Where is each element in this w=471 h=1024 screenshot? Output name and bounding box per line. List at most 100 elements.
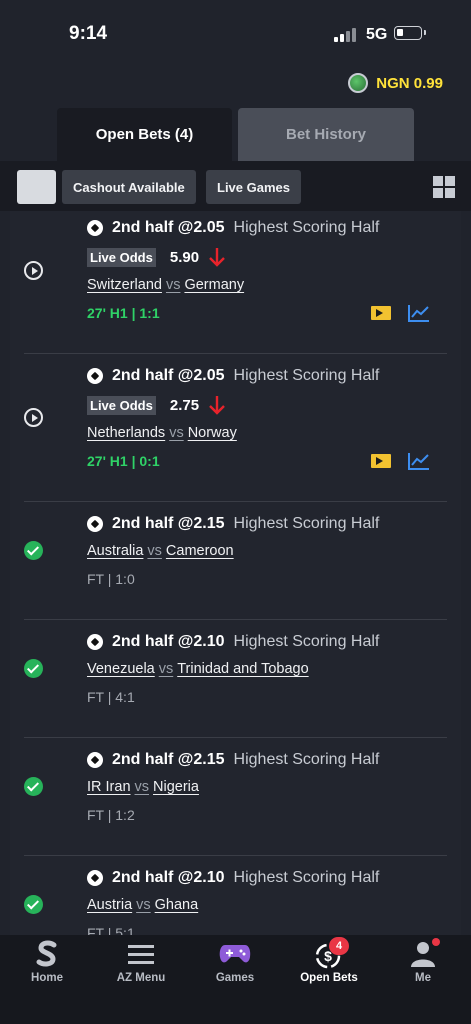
live-stream-icon[interactable] [371,454,391,468]
live-odds-badge: Live Odds [87,395,156,415]
live-stream-icon[interactable] [371,306,391,320]
vs-label: vs [169,425,184,441]
match-final-score: FT | 1:0 [87,571,135,587]
bet-pick: 2nd half @2.10 [112,869,225,886]
bet-tabs: Open Bets (4) Bet History [0,108,471,161]
status-bar: 9:14 5G [0,0,471,70]
away-team: Trinidad and Tobago [177,661,309,677]
nav-label: Home [31,972,63,984]
play-icon[interactable] [24,261,43,280]
won-check-icon [24,777,43,796]
notification-dot [432,938,440,946]
select-all-checkbox[interactable] [17,170,56,204]
away-team: Nigeria [153,779,199,795]
match-teams[interactable]: Netherlands vs Norway [87,425,237,441]
account-balance[interactable]: NGN 0.99 [348,73,443,93]
match-live-score: 27' H1 | 1:1 [87,305,160,321]
bet-market: Highest Scoring Half [233,751,380,768]
bet-card[interactable]: 2nd half @2.10 Highest Scoring Half Vene… [24,619,447,738]
match-live-score: 27' H1 | 0:1 [87,453,160,469]
match-teams[interactable]: IR Iran vs Nigeria [87,779,199,795]
vs-label: vs [165,277,181,293]
odds-down-arrow-icon [209,396,225,415]
won-check-icon [24,541,43,560]
vs-label: vs [158,661,174,677]
nav-open-bets[interactable]: $ 4 Open Bets [289,935,369,995]
vs-label: vs [134,779,150,795]
match-final-score: FT | 1:2 [87,807,135,823]
match-teams[interactable]: Austria vs Ghana [87,897,198,913]
soccer-ball-icon [87,634,103,650]
live-odds-value: 2.75 [169,396,200,414]
match-final-score: FT | 5:1 [87,925,135,935]
bet-card[interactable]: 2nd half @2.15 Highest Scoring Half IR I… [24,737,447,856]
globe-icon [348,73,369,93]
user-icon [411,942,435,967]
won-check-icon [24,895,43,914]
nav-games[interactable]: Games [195,935,275,995]
away-team: Norway [187,425,237,441]
match-teams[interactable]: Switzerland vs Germany [87,277,244,293]
vs-label: vs [147,543,162,559]
soccer-ball-icon [87,516,103,532]
home-team: Austria [87,897,133,913]
nav-label: Open Bets [300,972,358,984]
gamepad-icon [219,945,251,963]
bet-pick: 2nd half @2.05 [112,219,225,236]
bet-market: Highest Scoring Half [233,515,380,532]
network-type: 5G [366,26,388,43]
soccer-ball-icon [87,220,103,236]
balance-amount: NGN 0.99 [376,74,443,92]
home-team: Venezuela [87,661,155,677]
nav-az-menu[interactable]: AZ Menu [101,935,181,995]
nav-label: Games [215,972,255,984]
tab-bet-history[interactable]: Bet History [238,108,414,161]
bottom-navigation: Home AZ Menu Games $ 4 Open Bets Me [0,935,471,1024]
tab-open-bets[interactable]: Open Bets (4) [57,108,232,161]
signal-icon [334,27,358,42]
match-teams[interactable]: Australia vs Cameroon [87,543,234,559]
soccer-ball-icon [87,368,103,384]
bet-card[interactable]: 2nd half @2.15 Highest Scoring Half Aust… [24,501,447,620]
hamburger-icon [128,945,154,964]
won-check-icon [24,659,43,678]
nav-label: Me [415,972,431,984]
live-odds-badge: Live Odds [87,247,156,267]
bet-card[interactable]: 2nd half @2.05 Highest Scoring Half Live… [24,353,447,502]
soccer-ball-icon [87,870,103,886]
soccer-ball-icon [87,752,103,768]
filter-bar: Cashout Available Live Games [0,161,471,211]
grid-view-icon[interactable] [433,176,455,198]
sporty-logo-icon [36,940,57,967]
bet-pick: 2nd half @2.15 [112,515,225,532]
home-team: IR Iran [87,779,131,795]
match-teams[interactable]: Venezuela vs Trinidad and Tobago [87,661,309,677]
vs-label: vs [136,897,151,913]
odds-down-arrow-icon [209,248,225,267]
statistics-chart-icon[interactable] [408,452,430,470]
nav-home[interactable]: Home [7,935,87,995]
live-games-filter[interactable]: Live Games [206,170,301,204]
live-odds-value: 5.90 [169,248,200,266]
nav-me[interactable]: Me [383,935,463,995]
home-team: Netherlands [87,425,166,441]
bet-market: Highest Scoring Half [233,219,380,236]
nav-label: AZ Menu [116,972,166,984]
bet-market: Highest Scoring Half [233,633,380,650]
open-bets-list: 2nd half @2.05 Highest Scoring Half Live… [10,211,461,935]
bet-market: Highest Scoring Half [233,869,380,886]
bet-card[interactable]: 2nd half @2.10 Highest Scoring Half Aust… [24,855,447,935]
bet-pick: 2nd half @2.05 [112,367,225,384]
home-team: Australia [87,543,144,559]
away-team: Cameroon [165,543,234,559]
open-bets-count-badge: 4 [329,937,349,955]
play-icon[interactable] [24,408,43,427]
statistics-chart-icon[interactable] [408,304,430,322]
bet-market: Highest Scoring Half [233,367,380,384]
bet-card[interactable]: 2nd half @2.05 Highest Scoring Half Live… [24,211,447,354]
away-team: Germany [184,277,245,293]
bet-pick: 2nd half @2.15 [112,751,225,768]
away-team: Ghana [154,897,199,913]
match-final-score: FT | 4:1 [87,689,135,705]
cashout-available-filter[interactable]: Cashout Available [62,170,196,204]
